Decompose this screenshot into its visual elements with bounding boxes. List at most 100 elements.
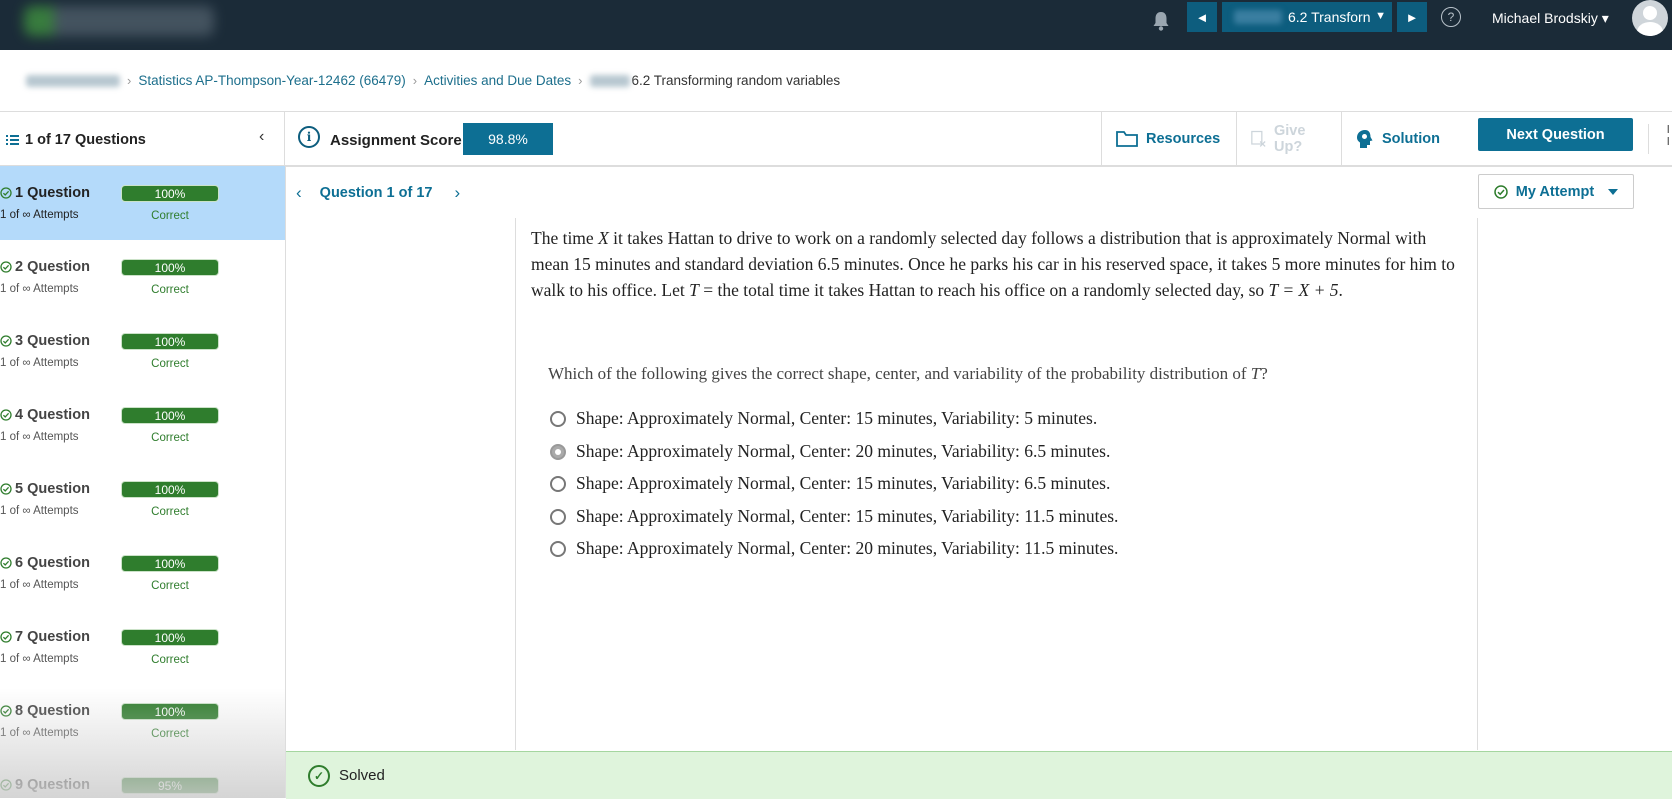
answer-option-text: Shape: Approximately Normal, Center: 20 … bbox=[576, 538, 1119, 558]
give-up-label: Give Up? bbox=[1273, 122, 1306, 155]
breadcrumb-activities[interactable]: Activities and Due Dates bbox=[424, 73, 571, 88]
radio-button[interactable] bbox=[550, 508, 566, 525]
question-count: 1 of 17 Questions bbox=[25, 132, 146, 148]
status-text: Correct bbox=[151, 358, 189, 370]
score-bar: 100% bbox=[121, 185, 219, 202]
breadcrumb-separator: › bbox=[127, 73, 132, 88]
question-stem: The time X it takes Hattan to drive to w… bbox=[531, 225, 1466, 303]
stem-text: The time bbox=[531, 228, 599, 248]
sidebar-question-item[interactable]: 4 Question 1 of ∞ Attempts 100% Correct bbox=[0, 388, 285, 462]
question-title-text: 4 Question bbox=[15, 407, 90, 423]
radio-button[interactable] bbox=[550, 475, 566, 492]
my-attempt-dropdown[interactable]: My Attempt bbox=[1478, 174, 1634, 209]
caret-down-icon bbox=[1608, 188, 1619, 195]
give-up-icon bbox=[1251, 130, 1266, 147]
assignment-select[interactable]: 6.2 Transforn ▼ bbox=[1222, 2, 1392, 32]
stem-text: = the total time it takes Hattan to reac… bbox=[698, 280, 1269, 300]
score-bar: 100% bbox=[121, 333, 219, 350]
question-title: 7 Question bbox=[0, 629, 90, 645]
status-text: Correct bbox=[151, 728, 189, 740]
question-title-text: 7 Question bbox=[15, 629, 90, 645]
breadcrumb: › Statistics AP-Thompson-Year-12462 (664… bbox=[26, 73, 840, 88]
answer-option[interactable]: Shape: Approximately Normal, Center: 20 … bbox=[550, 538, 1118, 559]
question-title: 6 Question bbox=[0, 555, 90, 571]
breadcrumb-course[interactable]: Statistics AP-Thompson-Year-12462 (66479… bbox=[138, 73, 405, 88]
breadcrumb-blurred-prefix bbox=[589, 74, 630, 87]
breadcrumb-blurred-root[interactable] bbox=[26, 74, 120, 87]
status-text: Correct bbox=[151, 654, 189, 666]
user-menu[interactable]: Michael Brodskiy ▾ bbox=[1492, 10, 1609, 27]
answer-option[interactable]: Shape: Approximately Normal, Center: 15 … bbox=[550, 408, 1097, 429]
chevron-down-icon: ▼ bbox=[1375, 10, 1386, 22]
question-title: 2 Question bbox=[0, 259, 90, 275]
list-icon bbox=[6, 135, 19, 145]
status-text: Correct bbox=[151, 432, 189, 444]
collapse-sidebar-button[interactable]: ‹ bbox=[259, 128, 264, 146]
sidebar-question-item[interactable]: 8 Question 1 of ∞ Attempts 100% Correct bbox=[0, 684, 285, 758]
attempts-text: 1 of ∞ Attempts bbox=[0, 505, 79, 517]
attempts-text: 1 of ∞ Attempts bbox=[0, 653, 79, 665]
chevron-right-icon[interactable]: › bbox=[454, 183, 460, 203]
check-circle-icon bbox=[0, 779, 12, 791]
app-logo[interactable] bbox=[24, 6, 214, 36]
info-icon[interactable]: i bbox=[298, 126, 320, 148]
check-circle-icon bbox=[0, 557, 12, 569]
sidebar-question-item[interactable]: 7 Question 1 of ∞ Attempts 100% Correct bbox=[0, 610, 285, 684]
answer-option[interactable]: Shape: Approximately Normal, Center: 15 … bbox=[550, 506, 1118, 527]
truncated-toolbar-item[interactable]: l l bbox=[1648, 124, 1672, 154]
question-title: 5 Question bbox=[0, 481, 90, 497]
bell-icon[interactable] bbox=[1152, 10, 1170, 32]
check-circle-icon bbox=[0, 705, 12, 717]
assignment-score-value: 98.8% bbox=[463, 123, 553, 155]
radio-button[interactable] bbox=[550, 540, 566, 557]
radio-button[interactable] bbox=[550, 410, 566, 427]
question-title: 9 Question bbox=[0, 777, 90, 793]
radio-button[interactable] bbox=[550, 443, 566, 460]
sidebar-question-item[interactable]: 3 Question 1 of ∞ Attempts 100% Correct bbox=[0, 314, 285, 388]
question-title: 3 Question bbox=[0, 333, 90, 349]
question-title: 4 Question bbox=[0, 407, 90, 423]
equation: T = X + 5 bbox=[1268, 280, 1339, 300]
question-list: 1 Question 1 of ∞ Attempts 100% Correct 2 Qu… bbox=[0, 166, 285, 798]
question-title-text: 6 Question bbox=[15, 555, 90, 571]
answer-option-text: Shape: Approximately Normal, Center: 15 … bbox=[576, 506, 1119, 526]
answer-option[interactable]: Shape: Approximately Normal, Center: 20 … bbox=[550, 441, 1110, 462]
breadcrumb-separator: › bbox=[578, 73, 583, 88]
answer-option[interactable]: Shape: Approximately Normal, Center: 15 … bbox=[550, 473, 1110, 494]
question-title-text: 1 Question bbox=[15, 185, 90, 201]
sidebar-question-item[interactable]: 9 Question 95% bbox=[0, 758, 285, 798]
top-bar: ◄ 6.2 Transforn ▼ ► ? Michael Brodskiy ▾ bbox=[0, 0, 1672, 50]
question-position: Question 1 of 17 bbox=[319, 185, 433, 201]
answer-option-text: Shape: Approximately Normal, Center: 15 … bbox=[576, 408, 1098, 428]
next-question-button[interactable]: Next Question bbox=[1478, 118, 1633, 151]
next-assignment-button[interactable]: ► bbox=[1397, 2, 1427, 32]
score-bar: 100% bbox=[121, 629, 219, 646]
solution-label: Solution bbox=[1382, 130, 1440, 147]
head-lightbulb-icon bbox=[1357, 129, 1373, 148]
assignment-select-label: 6.2 Transforn bbox=[1288, 9, 1371, 25]
answer-option-text: Shape: Approximately Normal, Center: 15 … bbox=[576, 473, 1111, 493]
attempts-text: 1 of ∞ Attempts bbox=[0, 209, 79, 221]
prev-assignment-button[interactable]: ◄ bbox=[1187, 2, 1217, 32]
question-navigator: ‹ Question 1 of 17 › bbox=[296, 183, 460, 203]
question-list-toggle[interactable]: 1 of 17 Questions bbox=[6, 132, 146, 148]
sidebar-question-item[interactable]: 2 Question 1 of ∞ Attempts 100% Correct bbox=[0, 240, 285, 314]
assignment-score-label: Assignment Score: bbox=[330, 132, 467, 149]
answer-option-text: Shape: Approximately Normal, Center: 20 … bbox=[576, 441, 1111, 461]
attempts-text: 1 of ∞ Attempts bbox=[0, 727, 79, 739]
avatar[interactable] bbox=[1632, 0, 1668, 36]
user-name: Michael Brodskiy bbox=[1492, 10, 1598, 26]
sidebar-question-item[interactable]: 5 Question 1 of ∞ Attempts 100% Correct bbox=[0, 462, 285, 536]
chevron-left-icon[interactable]: ‹ bbox=[296, 183, 302, 203]
score-bar: 100% bbox=[121, 259, 219, 276]
prompt-text: ? bbox=[1260, 364, 1268, 383]
solved-banner: ✓ Solved bbox=[286, 751, 1672, 799]
question-title-text: 2 Question bbox=[15, 259, 90, 275]
question-content: The time X it takes Hattan to drive to w… bbox=[515, 218, 1478, 750]
resources-button[interactable]: Resources bbox=[1101, 112, 1236, 165]
solution-button[interactable]: Solution bbox=[1341, 112, 1463, 165]
sidebar-question-item[interactable]: 6 Question 1 of ∞ Attempts 100% Correct bbox=[0, 536, 285, 610]
help-icon[interactable]: ? bbox=[1441, 7, 1461, 27]
give-up-button[interactable]: Give Up? bbox=[1236, 112, 1341, 165]
sidebar-question-item[interactable]: 1 Question 1 of ∞ Attempts 100% Correct bbox=[0, 166, 285, 240]
